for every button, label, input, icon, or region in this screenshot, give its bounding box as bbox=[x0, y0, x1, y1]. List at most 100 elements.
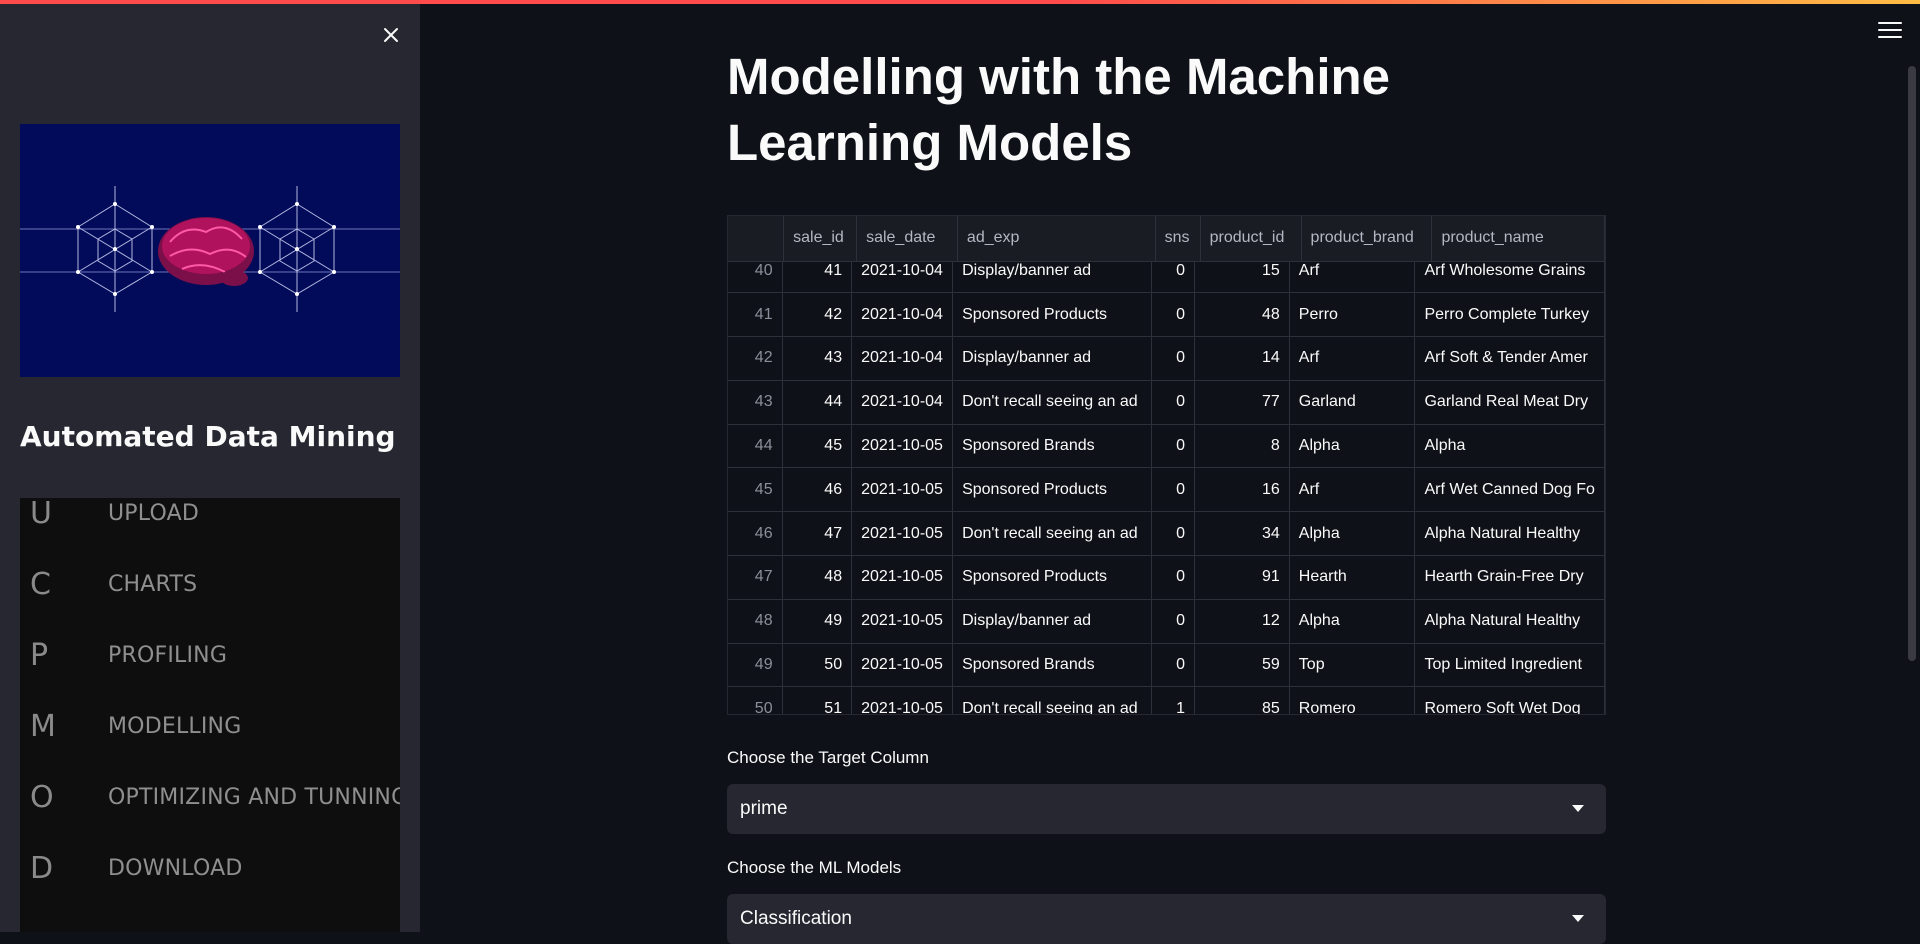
table-cell[interactable]: Romero Soft Wet Dog bbox=[1414, 686, 1605, 714]
table-cell[interactable]: Top Limited Ingredient bbox=[1414, 643, 1605, 688]
column-header-product-brand[interactable]: product_brand bbox=[1301, 216, 1433, 262]
table-cell[interactable]: 41 bbox=[728, 292, 783, 338]
table-cell[interactable]: 2021-10-04 bbox=[851, 380, 954, 425]
table-cell[interactable]: 48 bbox=[1194, 292, 1290, 338]
column-header-product-name[interactable]: product_name bbox=[1431, 216, 1605, 262]
table-cell[interactable]: 48 bbox=[782, 555, 853, 600]
table-row[interactable]: 46 47 2021-10-05 Don't recall seeing an ad 0… bbox=[728, 511, 1605, 557]
table-cell[interactable]: 46 bbox=[782, 467, 853, 513]
table-cell[interactable]: 0 bbox=[1151, 424, 1195, 469]
table-cell[interactable]: 0 bbox=[1151, 292, 1195, 338]
table-cell[interactable]: 59 bbox=[1194, 643, 1290, 688]
table-cell[interactable]: 45 bbox=[782, 424, 853, 469]
table-row[interactable]: 44 45 2021-10-05 Sponsored Brands 0 8 Alpha Alp… bbox=[728, 424, 1605, 469]
table-cell[interactable]: 16 bbox=[1194, 467, 1290, 513]
main-menu-button[interactable] bbox=[1878, 22, 1902, 42]
table-cell[interactable]: 48 bbox=[728, 599, 783, 644]
table-cell[interactable]: Alpha bbox=[1289, 511, 1416, 557]
table-row[interactable]: 47 48 2021-10-05 Sponsored Products 0 91 Heart… bbox=[728, 555, 1605, 600]
table-cell[interactable]: 85 bbox=[1194, 686, 1290, 714]
table-row[interactable]: 48 49 2021-10-05 Display/banner ad 0 12 Alpha A… bbox=[728, 599, 1605, 644]
table-row[interactable]: 43 44 2021-10-04 Don't recall seeing an ad 0… bbox=[728, 380, 1605, 425]
table-cell[interactable]: 2021-10-05 bbox=[851, 424, 954, 469]
table-cell[interactable]: 49 bbox=[782, 599, 853, 644]
column-header-index[interactable] bbox=[728, 216, 785, 262]
column-header-product-id[interactable]: product_id bbox=[1200, 216, 1302, 262]
table-cell[interactable]: Perro bbox=[1289, 292, 1416, 338]
table-cell[interactable]: 2021-10-05 bbox=[851, 599, 954, 644]
table-cell[interactable]: Romero bbox=[1289, 686, 1416, 714]
table-cell[interactable]: Alpha Natural Healthy bbox=[1414, 599, 1605, 644]
table-cell[interactable]: 0 bbox=[1151, 643, 1195, 688]
table-cell[interactable]: Don't recall seeing an ad bbox=[952, 686, 1152, 714]
column-header-sns[interactable]: sns bbox=[1155, 216, 1201, 262]
table-cell[interactable]: 43 bbox=[782, 336, 853, 381]
table-cell[interactable]: 2021-10-05 bbox=[851, 555, 954, 600]
table-cell[interactable]: 46 bbox=[728, 511, 783, 557]
table-cell[interactable]: 45 bbox=[728, 467, 783, 513]
table-cell[interactable]: Sponsored Brands bbox=[952, 424, 1152, 469]
table-cell[interactable]: Arf Wet Canned Dog Fo bbox=[1414, 467, 1605, 513]
table-cell[interactable]: 42 bbox=[728, 336, 783, 381]
table-cell[interactable]: 0 bbox=[1151, 555, 1195, 600]
table-cell[interactable]: 34 bbox=[1194, 511, 1290, 557]
table-cell[interactable]: 47 bbox=[728, 555, 783, 600]
table-cell[interactable]: 0 bbox=[1151, 336, 1195, 381]
table-cell[interactable]: Arf bbox=[1289, 336, 1416, 381]
table-cell[interactable]: Arf Soft & Tender Amer bbox=[1414, 336, 1605, 381]
table-cell[interactable]: Sponsored Products bbox=[952, 292, 1152, 338]
table-cell[interactable]: Alpha bbox=[1289, 424, 1416, 469]
dataframe-table[interactable]: 40 41 2021-10-04 Display/banner ad 0 15 Arf Arf… bbox=[727, 215, 1606, 715]
target-column-select[interactable]: prime bbox=[727, 784, 1606, 834]
table-cell[interactable]: Top bbox=[1289, 643, 1416, 688]
table-row[interactable]: 49 50 2021-10-05 Sponsored Brands 0 59 Top Top … bbox=[728, 643, 1605, 688]
table-cell[interactable]: Garland bbox=[1289, 380, 1416, 425]
menu-item-download[interactable]: D DOWNLOAD bbox=[20, 833, 400, 904]
table-cell[interactable]: 2021-10-05 bbox=[851, 643, 954, 688]
menu-item-modelling[interactable]: M MODELLING bbox=[20, 691, 400, 762]
table-row[interactable]: 50 51 2021-10-05 Don't recall seeing an ad 1… bbox=[728, 686, 1605, 714]
table-cell[interactable]: Perro Complete Turkey bbox=[1414, 292, 1605, 338]
table-cell[interactable]: 77 bbox=[1194, 380, 1290, 425]
table-cell[interactable]: 42 bbox=[782, 292, 853, 338]
table-cell[interactable]: Don't recall seeing an ad bbox=[952, 380, 1152, 425]
table-cell[interactable]: Display/banner ad bbox=[952, 336, 1152, 381]
table-cell[interactable]: 49 bbox=[728, 643, 783, 688]
table-cell[interactable]: 91 bbox=[1194, 555, 1290, 600]
table-cell[interactable]: 2021-10-04 bbox=[851, 292, 954, 338]
table-cell[interactable]: Arf bbox=[1289, 467, 1416, 513]
table-cell[interactable]: 0 bbox=[1151, 599, 1195, 644]
table-cell[interactable]: 44 bbox=[728, 424, 783, 469]
table-cell[interactable]: 1 bbox=[1151, 686, 1195, 714]
table-cell[interactable]: Sponsored Products bbox=[952, 467, 1152, 513]
table-cell[interactable]: 2021-10-05 bbox=[851, 467, 954, 513]
column-header-sale-date[interactable]: sale_date bbox=[856, 216, 958, 262]
column-header-sale-id[interactable]: sale_id bbox=[783, 216, 858, 262]
table-cell[interactable]: 2021-10-05 bbox=[851, 511, 954, 557]
table-cell[interactable]: Don't recall seeing an ad bbox=[952, 511, 1152, 557]
table-cell[interactable]: Hearth bbox=[1289, 555, 1416, 600]
table-cell[interactable]: 2021-10-04 bbox=[851, 336, 954, 381]
menu-item-upload[interactable]: U UPLOAD bbox=[20, 498, 400, 549]
menu-item-profiling[interactable]: P PROFILING bbox=[20, 620, 400, 691]
menu-item-charts[interactable]: C CHARTS bbox=[20, 549, 400, 620]
ml-models-select[interactable]: Classification bbox=[727, 894, 1606, 944]
table-cell[interactable]: Hearth Grain-Free Dry bbox=[1414, 555, 1605, 600]
table-cell[interactable]: Alpha bbox=[1414, 424, 1605, 469]
table-cell[interactable]: Garland Real Meat Dry bbox=[1414, 380, 1605, 425]
column-header-ad-exp[interactable]: ad_exp bbox=[957, 216, 1156, 262]
table-row[interactable]: 41 42 2021-10-04 Sponsored Products 0 48 Perro… bbox=[728, 292, 1605, 338]
table-cell[interactable]: 44 bbox=[782, 380, 853, 425]
table-cell[interactable]: 43 bbox=[728, 380, 783, 425]
table-cell[interactable]: 50 bbox=[782, 643, 853, 688]
table-cell[interactable]: 14 bbox=[1194, 336, 1290, 381]
table-cell[interactable]: Sponsored Brands bbox=[952, 643, 1152, 688]
table-cell[interactable]: Display/banner ad bbox=[952, 599, 1152, 644]
table-cell[interactable]: 50 bbox=[728, 686, 783, 714]
table-cell[interactable]: Alpha bbox=[1289, 599, 1416, 644]
page-scrollbar[interactable] bbox=[1908, 66, 1916, 661]
table-cell[interactable]: 47 bbox=[782, 511, 853, 557]
menu-item-optimizing[interactable]: O OPTIMIZING AND TUNNING bbox=[20, 762, 400, 833]
table-cell[interactable]: 12 bbox=[1194, 599, 1290, 644]
table-cell[interactable]: 8 bbox=[1194, 424, 1290, 469]
